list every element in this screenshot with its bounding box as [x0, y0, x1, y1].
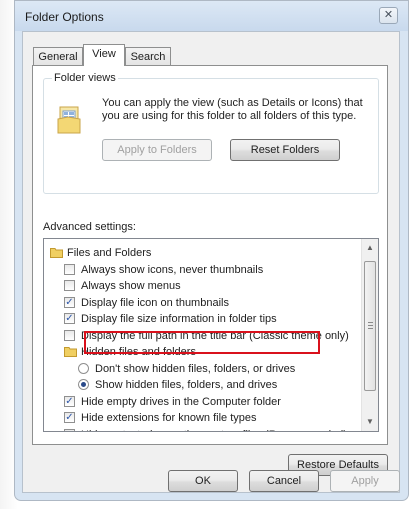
folder-icon — [50, 247, 63, 258]
settings-row-label: Files and Folders — [67, 247, 152, 259]
radio-selected[interactable] — [78, 379, 89, 390]
scroll-down-icon[interactable]: ▼ — [364, 415, 376, 429]
radio-unselected[interactable] — [78, 362, 89, 374]
cancel-button[interactable]: Cancel — [249, 470, 319, 492]
settings-row-label: Hide empty drives in the Computer folder — [81, 395, 281, 408]
close-button[interactable]: ✕ — [379, 7, 398, 24]
settings-row-label: Always show icons, never thumbnails — [81, 263, 264, 276]
grip-line — [368, 328, 373, 329]
title-bar[interactable]: Folder Options ✕ — [15, 1, 408, 31]
folder-views-description: You can apply the view (such as Details … — [102, 97, 363, 122]
scroll-up-icon[interactable]: ▲ — [364, 241, 376, 255]
settings-row-label: Hide protected operating system files (R… — [81, 427, 347, 432]
settings-row-label: Display file size information in folder … — [81, 313, 277, 325]
settings-row-label: Always show menus — [81, 280, 181, 292]
radio-dot — [81, 382, 86, 387]
checkbox-unchecked[interactable] — [64, 280, 75, 291]
folder-icon — [64, 346, 77, 357]
advanced-settings-label: Advanced settings: — [43, 221, 136, 233]
grip-line — [368, 325, 373, 326]
tab-general[interactable]: General — [33, 47, 83, 65]
checkbox-checked[interactable]: ✓ — [64, 395, 75, 407]
settings-row-label: Don't show hidden files, folders, or dri… — [95, 362, 296, 375]
checkbox-unchecked[interactable] — [64, 329, 75, 341]
settings-row-label: Hide extensions for known file types — [81, 412, 257, 424]
scrollbar-thumb[interactable] — [364, 261, 376, 391]
settings-row-label: Display file icon on thumbnails — [81, 296, 229, 309]
red-highlight-box — [84, 331, 320, 354]
folder-views-group: Folder views You can apply the view (suc… — [43, 72, 379, 194]
folder-views-label: Folder views — [52, 72, 118, 84]
folder-options-dialog: Folder Options ✕ General View Search Fol… — [14, 0, 409, 501]
checkbox-checked[interactable]: ✓ — [64, 313, 75, 324]
checkbox-unchecked[interactable] — [64, 263, 75, 275]
view-tab-panel: Folder views You can apply the view (suc… — [32, 65, 388, 445]
apply-to-folders-button[interactable]: Apply to Folders — [102, 139, 212, 161]
advanced-settings-scrollbar[interactable]: ▲ ▼ — [361, 239, 378, 431]
tab-view[interactable]: View — [83, 44, 125, 66]
ok-button[interactable]: OK — [168, 470, 238, 492]
checkbox-checked[interactable]: ✓ — [64, 296, 75, 308]
window-title: Folder Options — [25, 10, 104, 24]
tab-search[interactable]: Search — [125, 47, 171, 65]
grip-line — [368, 322, 373, 323]
close-icon: ✕ — [383, 9, 394, 21]
dialog-body: General View Search Folder views You can… — [22, 31, 400, 493]
checkbox-checked[interactable]: ✓ — [64, 412, 75, 423]
reset-folders-button[interactable]: Reset Folders — [230, 139, 340, 161]
apply-button[interactable]: Apply — [330, 470, 400, 492]
folder-views-icon — [56, 105, 82, 135]
settings-row-label: Show hidden files, folders, and drives — [95, 379, 278, 391]
checkbox-unchecked[interactable] — [64, 428, 75, 431]
